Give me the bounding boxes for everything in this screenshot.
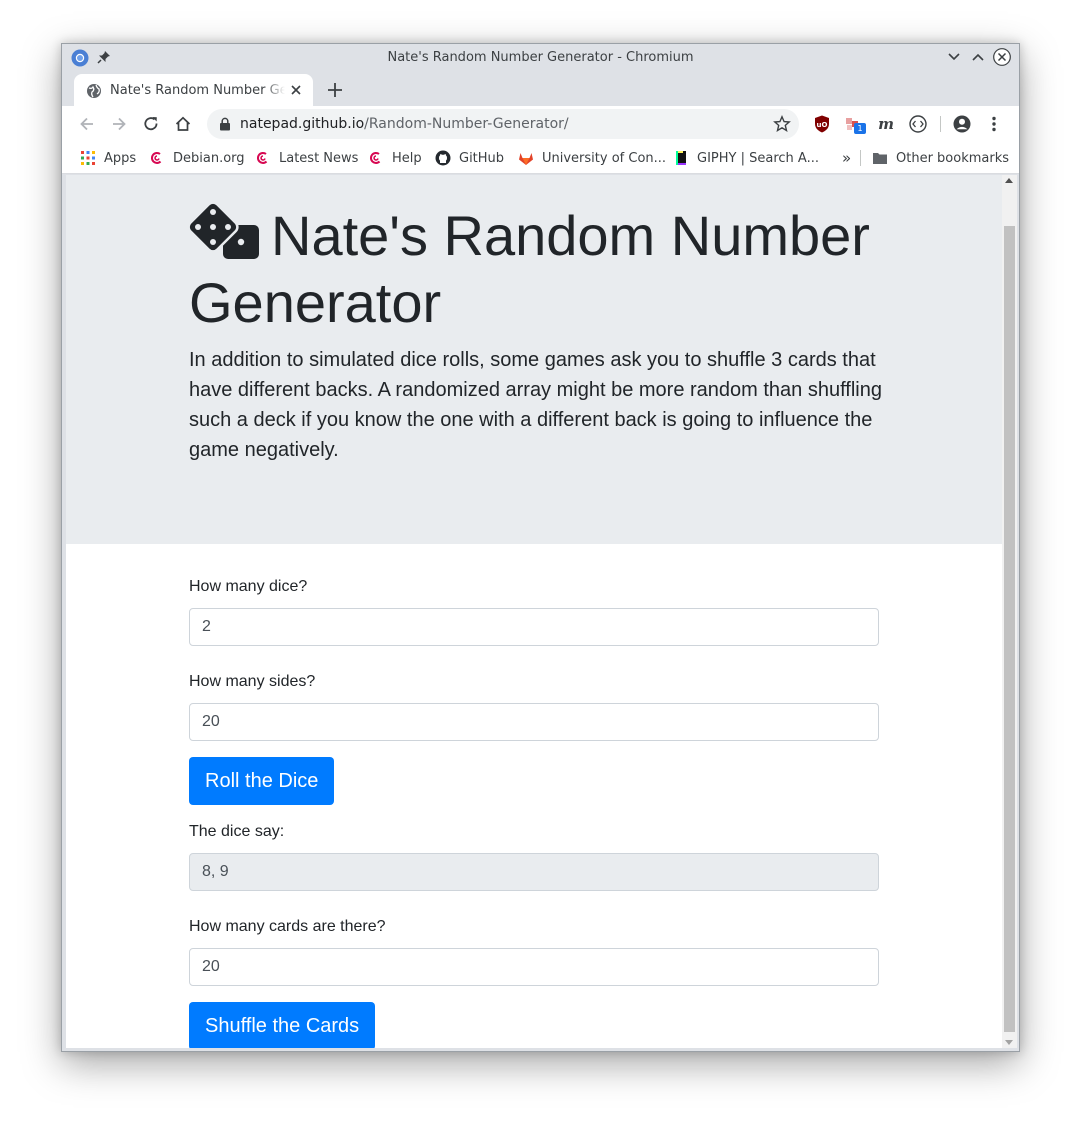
reload-icon[interactable] [142, 115, 160, 133]
profile-avatar-icon[interactable] [952, 114, 972, 134]
bookmarks-bar: Apps Debian.org Latest News Help GitHub … [62, 142, 1019, 174]
bookmark-star-icon[interactable] [773, 115, 791, 133]
bookmark-university[interactable]: University of Con... [518, 149, 666, 167]
cards-count-input[interactable]: 20 [189, 948, 879, 986]
dice-icon [189, 203, 259, 259]
lock-icon[interactable] [219, 117, 231, 131]
apps-grid-icon [81, 151, 95, 165]
lead-paragraph: In addition to simulated dice rolls, som… [189, 349, 882, 461]
bookmark-label: Latest News [279, 150, 359, 166]
chevron-down-icon [948, 53, 960, 61]
github-icon [435, 150, 451, 166]
close-window-button[interactable] [993, 48, 1011, 66]
result-label: The dice say: [189, 823, 285, 840]
url-path: /Random-Number-Generator/ [364, 116, 569, 132]
bookmark-help[interactable]: Help [368, 149, 422, 167]
debian-icon [150, 151, 162, 164]
tab-strip: Nate's Random Number Generator [62, 73, 1019, 106]
home-icon[interactable] [174, 115, 192, 133]
new-tab-plus-icon[interactable] [326, 81, 344, 99]
svg-text:uO: uO [817, 121, 828, 129]
extension-badge-count: 1 [854, 123, 866, 134]
bookmark-label: Debian.org [173, 150, 245, 166]
dice-count-label: How many dice? [189, 578, 308, 595]
bookmark-label: Help [392, 150, 422, 166]
kebab-menu-icon[interactable] [984, 114, 1004, 134]
page-title-text: Nate's Random Number Generator [189, 204, 870, 334]
jumbotron: Nate's Random Number Generator In additi… [66, 175, 1002, 544]
toolbar-divider [940, 116, 941, 132]
extension-badge-button[interactable]: 1 [844, 114, 866, 134]
page-title: Nate's Random Number Generator [189, 202, 889, 336]
dice-form: How many dice? 2 How many sides? 20 Roll… [189, 575, 879, 1048]
scroll-thumb[interactable] [1004, 226, 1015, 1032]
shuffle-cards-button[interactable]: Shuffle the Cards [189, 1002, 376, 1048]
bookmark-label: Apps [104, 150, 137, 166]
browser-window: Nate's Random Number Generator - Chromiu… [61, 43, 1020, 1052]
bookmark-debian[interactable]: Debian.org [149, 149, 245, 167]
bookmark-label: GitHub [459, 150, 505, 166]
gitlab-icon [519, 153, 533, 165]
bookmark-github[interactable]: GitHub [435, 149, 504, 167]
back-arrow-icon[interactable] [78, 115, 96, 133]
result-output: 8, 9 [189, 853, 879, 891]
code-extension-icon[interactable] [908, 114, 928, 134]
globe-icon [87, 84, 101, 98]
bookmark-giphy[interactable]: GIPHY | Search A... [673, 149, 819, 167]
bookmark-label: University of Con... [542, 150, 667, 166]
other-bookmarks[interactable]: Other bookmarks [872, 149, 1009, 167]
debian-icon [369, 151, 381, 164]
m-extension-icon[interactable]: m [876, 114, 896, 134]
vertical-scrollbar[interactable] [1002, 175, 1017, 1048]
window-title: Nate's Random Number Generator - Chromiu… [387, 50, 694, 65]
chevron-up-icon [972, 53, 984, 61]
dice-count-input[interactable]: 2 [189, 608, 879, 646]
tab-title: Nate's Random Number Generator [110, 83, 285, 98]
sides-label: How many sides? [189, 673, 316, 690]
bookmark-latest-news[interactable]: Latest News [255, 149, 358, 167]
maximize-button[interactable] [969, 48, 987, 66]
bookmark-apps[interactable]: Apps [80, 149, 136, 167]
bookmark-label: GIPHY | Search A... [697, 150, 819, 166]
scroll-up-arrow-icon[interactable] [1005, 178, 1013, 183]
url-text: natepad.github.io/Random-Number-Generato… [240, 116, 569, 132]
browser-toolbar: natepad.github.io/Random-Number-Generato… [62, 106, 1019, 142]
sides-input[interactable]: 20 [189, 703, 879, 741]
url-host: natepad.github.io [240, 116, 365, 132]
cards-count-label: How many cards are there? [189, 918, 386, 935]
bookmarks-divider [860, 150, 861, 166]
bookmarks-overflow-chevron[interactable]: » [842, 149, 851, 167]
tab-close-icon[interactable] [289, 83, 303, 97]
svg-text:m: m [878, 115, 894, 133]
page-viewport: Nate's Random Number Generator In additi… [66, 175, 1002, 1048]
minimize-button[interactable] [945, 48, 963, 66]
title-bar: Nate's Random Number Generator - Chromiu… [62, 44, 1019, 73]
folder-icon [873, 153, 887, 164]
forward-arrow-icon[interactable] [110, 115, 128, 133]
other-bookmarks-label: Other bookmarks [896, 150, 1010, 166]
address-bar[interactable]: natepad.github.io/Random-Number-Generato… [207, 109, 799, 139]
giphy-icon [676, 151, 686, 165]
ublock-origin-icon[interactable]: uO [812, 114, 832, 134]
scroll-down-arrow-icon[interactable] [1005, 1040, 1013, 1045]
roll-dice-button[interactable]: Roll the Dice [189, 757, 335, 805]
tab-active[interactable]: Nate's Random Number Generator [74, 74, 313, 106]
close-circle-icon [993, 48, 1011, 66]
debian-icon [256, 151, 268, 164]
